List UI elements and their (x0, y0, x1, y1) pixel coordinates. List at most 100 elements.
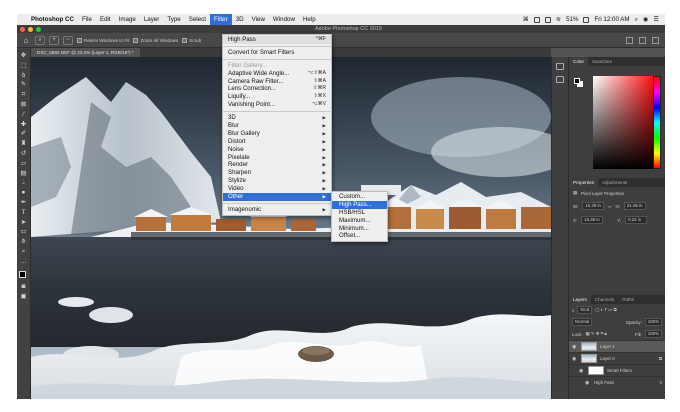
menu-item-pixelate[interactable]: Pixelate ▶ (223, 154, 331, 162)
more-tools-icon[interactable]: … (18, 258, 30, 267)
history-brush-icon[interactable]: ↺ (18, 150, 30, 159)
menu-item-camera-raw[interactable]: Camera Raw Filter... ⇧⌘A (223, 78, 331, 86)
status-icon-3[interactable] (544, 16, 551, 23)
layer-row[interactable]: ◉ Layer 1 (569, 340, 665, 352)
gradient-tool-icon[interactable]: ▤ (18, 170, 30, 179)
tab-adjustments[interactable]: Adjustments (598, 178, 631, 187)
kind-dropdown[interactable]: Kind (577, 306, 593, 314)
menu-view[interactable]: View (248, 14, 269, 25)
menu-item-liquify[interactable]: Liquify... ⇧⌘X (223, 93, 331, 101)
submenu-item-hsb-hsl[interactable]: HSB/HSL (332, 209, 387, 217)
menu-item-convert-smart-filters[interactable]: Convert for Smart Filters (223, 49, 331, 57)
eyedropper-tool-icon[interactable]: ⁄ (18, 111, 30, 120)
visibility-eye-icon[interactable]: ◉ (585, 380, 591, 386)
siri-icon[interactable]: ◉ (643, 16, 648, 23)
height-field[interactable]: 21.05 in (623, 202, 646, 210)
menu-item-adaptive-wide-angle[interactable]: Adaptive Wide Angle... ⌥⇧⌘A (223, 70, 331, 78)
minimize-window-icon[interactable] (28, 26, 33, 32)
menu-layer[interactable]: Layer (140, 14, 163, 25)
frame-tool-icon[interactable]: ⊠ (18, 101, 30, 110)
search-panel-icon[interactable] (626, 36, 633, 44)
filter-search-icon[interactable]: ⌕ (572, 308, 574, 313)
wifi-icon[interactable]: ≋ (556, 16, 561, 23)
hand-tool-icon[interactable]: ✋︎ (18, 238, 30, 247)
submenu-item-minimum[interactable]: Minimum... (332, 225, 387, 233)
visibility-eye-icon[interactable]: ◉ (572, 356, 578, 362)
type-tool-icon[interactable]: T (18, 209, 30, 218)
status-icon-2[interactable] (533, 16, 540, 23)
menu-item-last-filter[interactable]: High Pass ^⌘F (223, 36, 331, 44)
visibility-eye-icon[interactable]: ◉ (572, 344, 578, 350)
crop-tool-icon[interactable]: ⌗ (18, 91, 30, 100)
link-icon[interactable]: ∞ (608, 204, 611, 209)
menu-item-blur-gallery[interactable]: Blur Gallery ▶ (223, 130, 331, 138)
lasso-tool-icon[interactable]: ꝺ (18, 72, 30, 81)
notifications-icon[interactable]: ☰ (653, 16, 659, 23)
move-tool-icon[interactable]: ✥ (18, 52, 30, 61)
zoom-out-icon[interactable]: − (63, 35, 73, 45)
menu-item-lens-correction[interactable]: Lens Correction... ⇧⌘R (223, 85, 331, 93)
scrubby-zoom-checkbox[interactable]: Scrub (182, 37, 201, 43)
color-fg-bg-icon[interactable] (574, 78, 584, 88)
zoom-tool-icon[interactable]: ⌕ (35, 35, 45, 45)
filter-icons[interactable]: ▢ ◐ T ▭ ⧉ (595, 307, 617, 313)
document-tab[interactable]: DSC_6980.NEF @ 33.3% (Layer 1, RGB/16*) … (31, 48, 140, 57)
close-window-icon[interactable] (20, 26, 25, 32)
dodge-tool-icon[interactable]: ● (18, 189, 30, 198)
menu-item-render[interactable]: Render ▶ (223, 161, 331, 169)
shape-tool-icon[interactable]: ▭ (18, 228, 30, 237)
resize-windows-checkbox[interactable]: Resize Windows to Fit (77, 37, 129, 43)
submenu-item-maximum[interactable]: Maximum... (332, 217, 387, 225)
tab-properties[interactable]: Properties (569, 178, 598, 187)
blend-mode-dropdown[interactable]: Normal (572, 318, 593, 326)
share-icon[interactable] (652, 36, 659, 44)
menu-window[interactable]: Window (269, 14, 299, 25)
menu-item-sharpen[interactable]: Sharpen ▶ (223, 169, 331, 177)
zoom-all-checkbox[interactable]: Zoom All Windows (133, 37, 178, 43)
fill-field[interactable]: 100% (644, 330, 662, 338)
submenu-item-custom[interactable]: Custom... (332, 193, 387, 201)
menu-item-video[interactable]: Video ▶ (223, 185, 331, 193)
menu-item-vanishing-point[interactable]: Vanishing Point... ⌥⌘V (223, 101, 331, 109)
menu-help[interactable]: Help (299, 14, 320, 25)
menu-filter[interactable]: Filter (209, 14, 232, 25)
menu-item-distort[interactable]: Distort ▶ (223, 138, 331, 146)
tab-color[interactable]: Color (569, 57, 588, 66)
width-field[interactable]: 15.39 in (582, 202, 605, 210)
x-field[interactable]: 15.39 in (581, 216, 604, 224)
tab-paths[interactable]: Paths (618, 295, 638, 304)
quick-select-tool-icon[interactable]: ✎ (18, 81, 30, 90)
visibility-eye-icon[interactable]: ◉ (579, 368, 585, 374)
lock-icons[interactable]: ▦ ✎ ✥ ⌗ 🔒︎ (586, 331, 607, 337)
healing-tool-icon[interactable]: ✚ (18, 121, 30, 130)
layer-row[interactable]: ◉ Smart Filters (569, 364, 665, 376)
menu-select[interactable]: Select (185, 14, 210, 25)
menu-app[interactable]: Photoshop CC (27, 14, 78, 25)
pen-tool-icon[interactable]: ✒ (18, 199, 30, 208)
menu-file[interactable]: File (78, 14, 96, 25)
submenu-item-offset[interactable]: Offset... (332, 232, 387, 240)
battery-level[interactable]: 51% (566, 16, 578, 23)
clock[interactable]: Fri 12:00 AM (594, 16, 629, 23)
menu-item-blur[interactable]: Blur ▶ (223, 122, 331, 130)
search-icon[interactable]: ⌕ (635, 16, 638, 24)
hue-slider[interactable] (653, 76, 661, 169)
menu-item-3d[interactable]: 3D ▶ (223, 114, 331, 122)
menu-item-imagenomic[interactable]: Imagenomic ▶ (223, 206, 331, 214)
tab-swatches[interactable]: Swatches (588, 57, 616, 66)
foreground-background-swatch[interactable] (18, 270, 30, 282)
layer-row[interactable]: ◉ Layer 0 ⧉ (569, 352, 665, 364)
home-icon[interactable]: ⌂ (21, 36, 31, 45)
quick-mask-icon[interactable]: ◙ (18, 283, 30, 292)
path-select-tool-icon[interactable]: ➤ (18, 219, 30, 228)
status-icon-1[interactable]: ⌘ (523, 16, 529, 23)
tab-layers[interactable]: Layers (569, 295, 591, 304)
zoom-window-icon[interactable] (36, 26, 41, 32)
filter-options-icon[interactable]: ≡ (659, 380, 662, 385)
menu-edit[interactable]: Edit (96, 14, 115, 25)
blur-tool-icon[interactable]: 💧︎ (18, 179, 30, 188)
y-field[interactable]: 0.22 in (625, 216, 648, 224)
zoom-in-icon[interactable]: + (49, 35, 59, 45)
opacity-field[interactable]: 100% (644, 318, 662, 326)
screen-mode-icon[interactable]: ▣ (18, 293, 30, 302)
